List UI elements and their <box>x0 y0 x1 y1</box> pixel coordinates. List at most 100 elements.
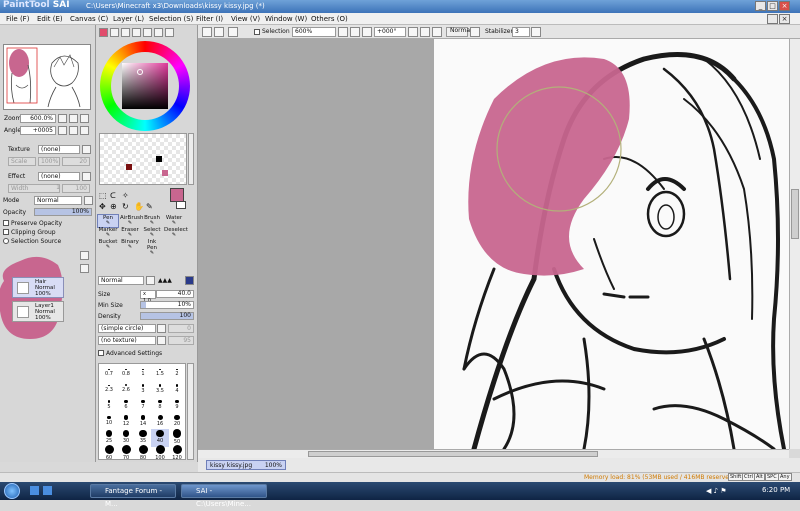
layer-delete-button[interactable] <box>80 251 89 260</box>
nav-rotate-left-button[interactable] <box>58 126 67 135</box>
density-slider[interactable]: 100 <box>140 312 194 320</box>
tool-water[interactable]: Water ✎ <box>164 215 184 227</box>
hand-icon[interactable]: ✋ <box>134 202 144 211</box>
rotate-right-button[interactable] <box>420 27 430 37</box>
tool-bucket[interactable]: Bucket ✎ <box>98 239 118 251</box>
doc-close-button[interactable]: × <box>779 14 790 24</box>
layer-trash-button[interactable] <box>80 264 89 273</box>
nav-zoom-reset-button[interactable] <box>80 114 89 123</box>
mixer-mode-button[interactable] <box>143 28 152 37</box>
brush-size-scrollbar[interactable] <box>187 363 194 460</box>
brush-texture-select[interactable]: (no texture) <box>98 336 156 345</box>
taskbar-item-fantage[interactable]: Fantage Forum - M... <box>90 484 176 508</box>
tool-deselect[interactable]: Deselect ✎ <box>164 227 188 239</box>
menu-others[interactable]: Others (O) <box>311 15 348 23</box>
canvas-area[interactable] <box>198 39 800 449</box>
tray-icons[interactable]: ◀ ♪ ⚑ <box>706 487 727 495</box>
blend-mode-select[interactable]: Normal <box>448 27 472 37</box>
maximize-button[interactable]: □ <box>767 1 778 11</box>
menu-window[interactable]: Window (W) <box>265 15 307 23</box>
swatch-mode-button[interactable] <box>154 28 163 37</box>
menu-selection[interactable]: Selection (S) <box>149 15 193 23</box>
minimize-button[interactable]: _ <box>755 1 766 11</box>
tool-eraser[interactable]: Eraser ✎ <box>120 227 140 239</box>
layer-mode-select[interactable]: Normal <box>34 196 82 205</box>
zoom-in-button[interactable] <box>350 27 360 37</box>
min-size-slider[interactable]: 10% <box>140 301 194 309</box>
start-button[interactable] <box>4 483 20 499</box>
nav-zoom-in-button[interactable] <box>69 114 78 123</box>
selection-checkbox[interactable] <box>254 29 260 35</box>
brush-shape-square-button[interactable] <box>185 276 194 285</box>
brush-blend-dropdown-icon[interactable] <box>146 276 155 285</box>
tool-ink-pen[interactable]: Ink Pen ✎ <box>142 239 162 256</box>
secondary-color-swatch[interactable] <box>176 201 186 209</box>
brush-shape-dropdown-icon[interactable] <box>157 324 166 333</box>
layer-mode-dropdown-icon[interactable] <box>84 196 93 205</box>
zoom-value[interactable]: 600.0% <box>20 114 56 123</box>
tool-binary[interactable]: Binary ✎ <box>120 239 140 251</box>
palette-mode-button[interactable] <box>132 28 141 37</box>
layer-item-layer1[interactable]: Layer1 Normal 100% <box>12 301 64 322</box>
menu-layer[interactable]: Layer (L) <box>113 15 144 23</box>
document-tab[interactable]: kissy kissy.jpg 100% <box>206 460 286 470</box>
rotate-reset-button[interactable] <box>432 27 442 37</box>
invert-tb-button[interactable] <box>214 27 224 37</box>
swatch-grid[interactable] <box>99 133 187 185</box>
hsv-slider-mode-button[interactable] <box>121 28 130 37</box>
eyedropper-icon[interactable]: ✎ <box>146 202 153 211</box>
menu-canvas[interactable]: Canvas (C) <box>70 15 108 23</box>
rotate-left-button[interactable] <box>408 27 418 37</box>
rgb-slider-mode-button[interactable] <box>110 28 119 37</box>
brush-size-preset[interactable]: 60 <box>100 445 118 463</box>
swatch-black[interactable] <box>156 156 162 162</box>
zoom-icon[interactable]: ⊕ <box>110 202 117 211</box>
stabilizer-dropdown-icon[interactable] <box>531 27 541 37</box>
tool-marker[interactable]: Marker ✎ <box>98 227 118 239</box>
tool-pen[interactable]: Pen ✎ <box>97 214 119 228</box>
brush-size-preset[interactable]: 80 <box>134 445 152 463</box>
deselect-tb-button[interactable] <box>202 27 212 37</box>
nav-rotate-reset-button[interactable] <box>80 126 89 135</box>
swatch-dark-red[interactable] <box>126 164 132 170</box>
zoom-reset-button[interactable] <box>362 27 372 37</box>
saturation-value-square[interactable] <box>122 63 168 109</box>
horizontal-scrollbar[interactable] <box>198 449 789 458</box>
rect-select-icon[interactable]: ⬚ <box>99 191 107 200</box>
brush-blend-select[interactable]: Normal <box>98 276 144 285</box>
brush-shape-icons[interactable]: ▲▲▲ <box>158 277 172 284</box>
texture-dropdown-icon[interactable] <box>82 145 91 154</box>
tool-brush[interactable]: Brush ✎ <box>142 215 162 227</box>
stabilizer-select[interactable]: 3 <box>512 27 530 37</box>
brush-texture-dropdown-icon[interactable] <box>157 336 166 345</box>
swatch-scrollbar[interactable] <box>188 133 194 185</box>
navigator-thumbnail[interactable] <box>3 44 91 110</box>
blend-dropdown-icon[interactable] <box>470 27 480 37</box>
zoom-select[interactable]: 600% <box>292 27 336 37</box>
hue-ring[interactable] <box>100 41 190 131</box>
brush-size-preset[interactable]: 120 <box>168 445 186 463</box>
show-desktop-icon[interactable] <box>30 486 39 495</box>
vertical-scrollbar[interactable] <box>789 39 800 449</box>
canvas-paper[interactable] <box>434 39 800 449</box>
brush-size-preset[interactable]: 70 <box>117 445 135 463</box>
selection-source-radio[interactable] <box>3 238 9 244</box>
clipping-group-checkbox[interactable] <box>3 229 9 235</box>
texture-select[interactable]: (none) <box>38 145 80 154</box>
menu-filter[interactable]: Filter (I) <box>196 15 223 23</box>
angle-value[interactable]: +0005 <box>20 126 56 135</box>
doc-restore-button[interactable] <box>767 14 778 24</box>
preserve-opacity-checkbox[interactable] <box>3 220 9 226</box>
close-button[interactable]: × <box>779 1 790 11</box>
menu-view[interactable]: View (V) <box>231 15 260 23</box>
swatch-pink[interactable] <box>162 170 168 176</box>
tool-airbrush[interactable]: AirBrush ✎ <box>120 215 143 227</box>
brush-size-preset[interactable]: 100 <box>151 445 169 463</box>
effect-dropdown-icon[interactable] <box>82 172 91 181</box>
scratchpad-mode-button[interactable] <box>165 28 174 37</box>
primary-color-swatch[interactable] <box>170 188 184 202</box>
nav-rotate-right-button[interactable] <box>69 126 78 135</box>
color-wheel-mode-button[interactable] <box>99 28 108 37</box>
rotation-select[interactable]: +000° <box>374 27 406 37</box>
tool-select[interactable]: Select ✎ <box>142 227 162 239</box>
